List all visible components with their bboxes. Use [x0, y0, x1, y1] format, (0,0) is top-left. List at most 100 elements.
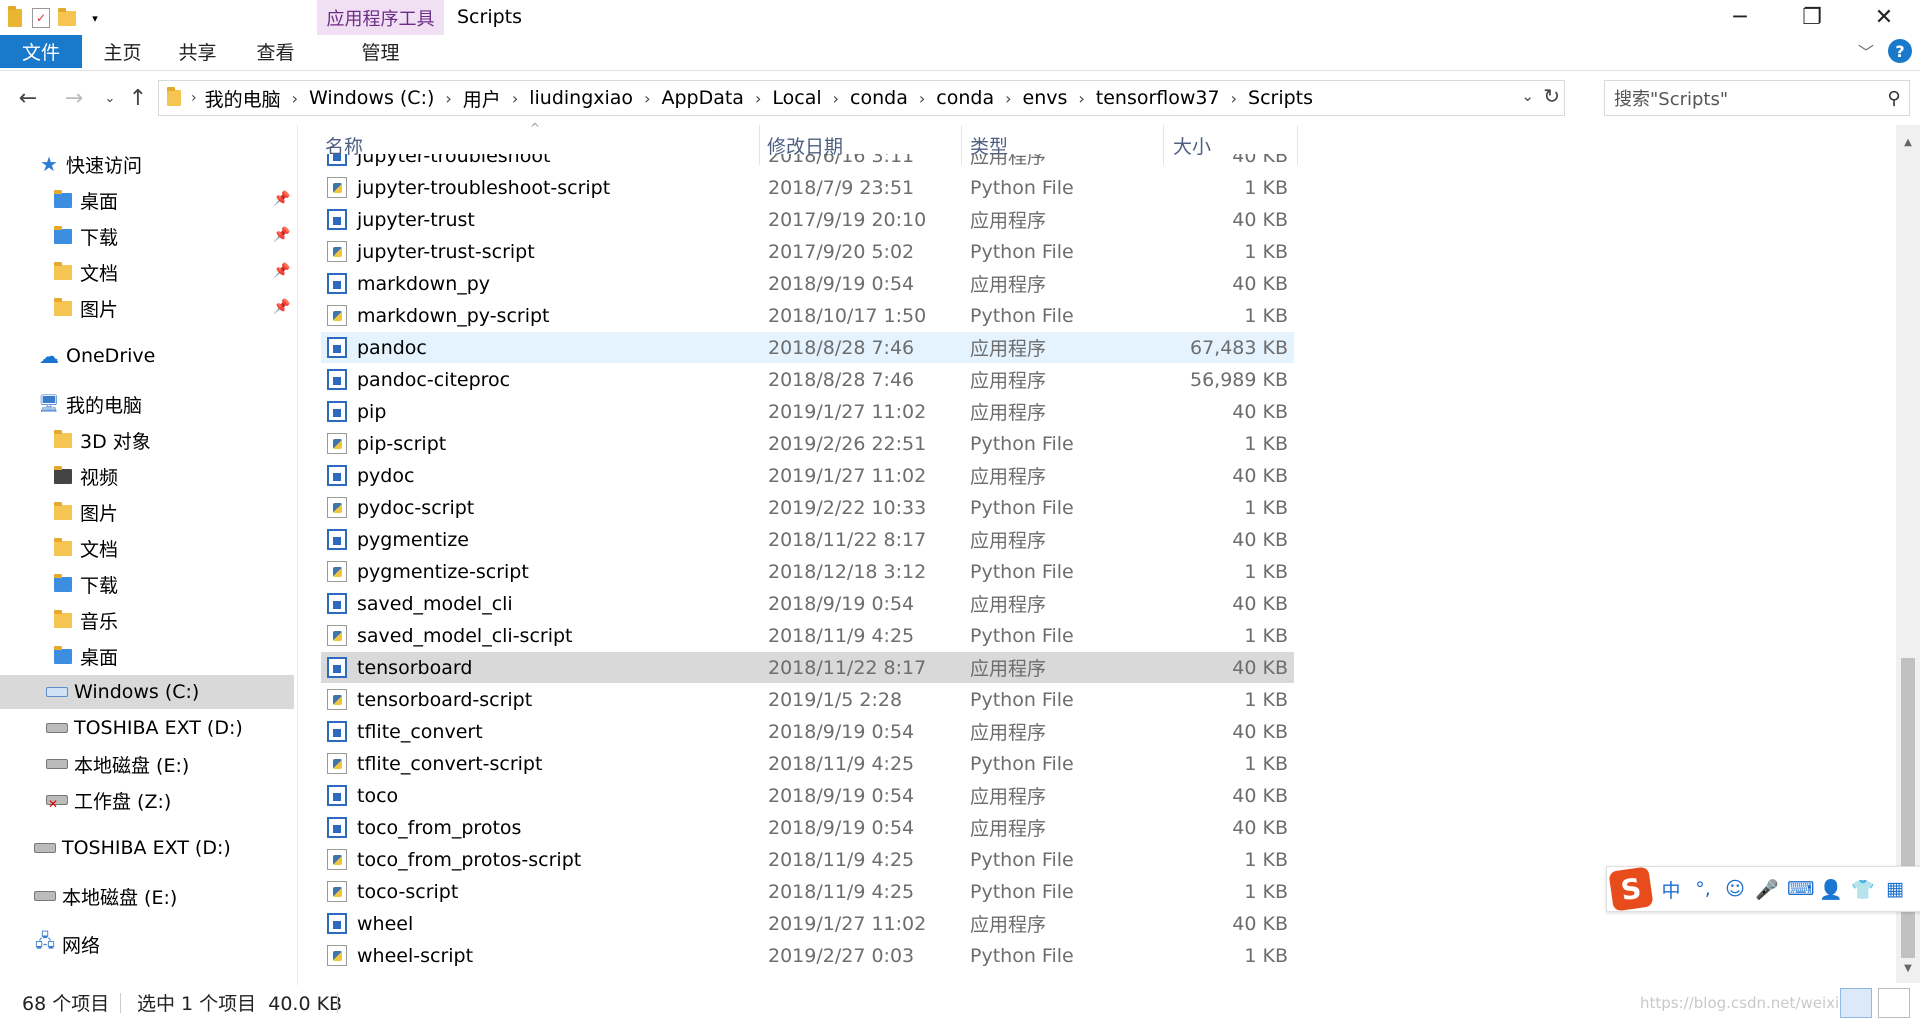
file-row[interactable]: toco_from_protos 2018/9/19 0:54 应用程序 40 KB [321, 812, 1294, 843]
pin-icon[interactable]: 📌 [273, 263, 290, 279]
pin-icon[interactable]: 📌 [273, 191, 290, 207]
breadcrumb-item[interactable]: Scripts [1248, 87, 1313, 109]
file-row[interactable]: wheel-script 2019/2/27 0:03 Python File 1 K… [321, 940, 1294, 971]
file-row[interactable]: tflite_convert-script 2018/11/9 4:25 Pytho… [321, 748, 1294, 779]
chevron-right-icon[interactable]: › [919, 89, 925, 108]
tab-view[interactable]: 查看 [243, 35, 308, 68]
nav-music[interactable]: 音乐 [52, 603, 118, 637]
nav-downloads[interactable]: 下载 [52, 219, 118, 253]
pane-divider[interactable] [297, 125, 298, 985]
breadcrumb-item[interactable]: 我的电脑 [205, 85, 281, 112]
new-folder-icon[interactable] [56, 7, 78, 29]
help-icon[interactable]: ? [1888, 39, 1912, 63]
scrollbar-thumb[interactable] [1901, 658, 1915, 958]
nav-pc-documents[interactable]: 文档 [52, 531, 118, 565]
file-row[interactable]: pygmentize 2018/11/22 8:17 应用程序 40 KB [321, 524, 1294, 555]
nav-3d-objects[interactable]: 3D 对象 [52, 423, 151, 457]
file-row[interactable]: jupyter-troubleshoot-script 2018/7/9 23:5… [321, 172, 1294, 203]
breadcrumb-item[interactable]: conda [936, 87, 994, 109]
microphone-icon[interactable]: 🎤 [1755, 878, 1779, 901]
file-row[interactable]: wheel 2019/1/27 11:02 应用程序 40 KB [321, 908, 1294, 939]
tab-share[interactable]: 共享 [165, 35, 230, 68]
chevron-right-icon[interactable]: › [755, 89, 761, 108]
breadcrumb-item[interactable]: Local [772, 87, 821, 109]
chevron-right-icon[interactable]: › [445, 89, 451, 108]
search-box[interactable]: 搜索"Scripts" ⚲ [1604, 80, 1910, 116]
address-bar[interactable]: › 我的电脑 › Windows (C:) › 用户 › liudingxiao › A… [158, 80, 1565, 116]
recent-locations-icon[interactable]: ⌄ [96, 84, 124, 112]
refresh-icon[interactable]: ↻ [1543, 84, 1560, 108]
file-row[interactable]: pydoc-script 2019/2/22 10:33 Python File 1 … [321, 492, 1294, 523]
vertical-scrollbar[interactable]: ▲ ▼ [1896, 125, 1920, 983]
nav-drive-d[interactable]: TOSHIBA EXT (D:) [46, 711, 243, 745]
chevron-right-icon[interactable]: › [644, 89, 650, 108]
customize-qat-icon[interactable]: ▾ [84, 7, 106, 29]
file-row[interactable]: tflite_convert 2018/9/19 0:54 应用程序 40 KB [321, 716, 1294, 747]
file-row[interactable]: saved_model_cli-script 2018/11/9 4:25 Pyth… [321, 620, 1294, 651]
ime-punctuation-toggle[interactable]: °, [1691, 878, 1715, 900]
nav-pictures[interactable]: 图片 [52, 291, 118, 325]
details-view-icon[interactable] [1840, 987, 1872, 1018]
tab-home[interactable]: 主页 [90, 35, 155, 68]
chevron-right-icon[interactable]: › [1005, 89, 1011, 108]
breadcrumb-item[interactable]: 用户 [463, 85, 501, 112]
address-dropdown-icon[interactable]: ⌄ [1521, 87, 1534, 105]
search-icon[interactable]: ⚲ [1879, 88, 1909, 109]
chevron-right-icon[interactable]: › [833, 89, 839, 108]
ime-mode-toggle[interactable]: 中 [1659, 876, 1683, 903]
breadcrumb-item[interactable]: Windows (C:) [309, 87, 434, 109]
nav-quick-access[interactable]: ★ 快速访问 [38, 147, 142, 181]
file-row[interactable]: markdown_py 2018/9/19 0:54 应用程序 40 KB [321, 268, 1294, 299]
chevron-right-icon[interactable]: › [1078, 89, 1084, 108]
breadcrumb-item[interactable]: liudingxiao [529, 87, 633, 109]
file-row[interactable]: toco 2018/9/19 0:54 应用程序 40 KB [321, 780, 1294, 811]
sogou-logo-icon[interactable]: S [1608, 866, 1654, 912]
file-row[interactable]: tensorboard-script 2019/1/5 2:28 Python Fi… [321, 684, 1294, 715]
user-icon[interactable]: 👤 [1819, 878, 1843, 901]
file-row[interactable]: toco-script 2018/11/9 4:25 Python File 1 KB [321, 876, 1294, 907]
search-input[interactable]: 搜索"Scripts" [1605, 85, 1879, 111]
minimize-button[interactable]: ─ [1704, 0, 1776, 35]
column-divider[interactable] [1297, 125, 1298, 165]
file-row[interactable]: pygmentize-script 2018/12/18 3:12 Python F… [321, 556, 1294, 587]
file-row[interactable]: pandoc 2018/8/28 7:46 应用程序 67,483 KB [321, 332, 1294, 363]
nav-onedrive[interactable]: ☁ OneDrive [38, 339, 155, 373]
nav-drive-z[interactable]: ✕ 工作盘 (Z:) [46, 783, 171, 817]
keyboard-icon[interactable]: ⌨ [1787, 878, 1814, 900]
breadcrumb-item[interactable]: tensorflow37 [1096, 87, 1220, 109]
skin-shirt-icon[interactable]: 👕 [1851, 878, 1875, 901]
file-row[interactable]: markdown_py-script 2018/10/17 1:50 Python … [321, 300, 1294, 331]
emoji-icon[interactable]: ☺ [1723, 878, 1747, 900]
tab-file[interactable]: 文件 [0, 35, 82, 68]
close-button[interactable]: ✕ [1848, 0, 1920, 35]
nav-local-disk-root[interactable]: 本地磁盘 (E:) [34, 879, 177, 913]
back-arrow-icon[interactable]: ← [14, 84, 42, 112]
file-row[interactable]: pandoc-citeproc 2018/8/28 7:46 应用程序 56,989 … [321, 364, 1294, 395]
properties-icon[interactable]: ✓ [32, 8, 50, 28]
nav-toshiba-root[interactable]: TOSHIBA EXT (D:) [34, 831, 231, 865]
scroll-up-icon[interactable]: ▲ [1896, 137, 1920, 148]
nav-videos[interactable]: 视频 [52, 459, 118, 493]
large-icons-view-icon[interactable] [1878, 987, 1910, 1018]
file-row[interactable]: jupyter-trust 2017/9/19 20:10 应用程序 40 KB [321, 204, 1294, 235]
chevron-right-icon[interactable]: › [292, 89, 298, 108]
breadcrumb-item[interactable]: envs [1023, 87, 1068, 109]
pin-icon[interactable]: 📌 [273, 227, 290, 243]
file-row[interactable]: pip-script 2019/2/26 22:51 Python File 1 KB [321, 428, 1294, 459]
forward-arrow-icon[interactable]: → [60, 84, 88, 112]
tab-manage[interactable]: 管理 [317, 35, 444, 68]
nav-pc-pictures[interactable]: 图片 [52, 495, 118, 529]
file-row[interactable]: toco_from_protos-script 2018/11/9 4:25 Pyt… [321, 844, 1294, 875]
up-arrow-icon[interactable]: ↑ [124, 84, 152, 112]
file-row[interactable]: tensorboard 2018/11/22 8:17 应用程序 40 KB [321, 652, 1294, 683]
nav-drive-c[interactable]: Windows (C:) [0, 675, 294, 709]
nav-desktop[interactable]: 桌面 [52, 183, 118, 217]
nav-network[interactable]: 🖧 网络 [34, 927, 100, 961]
breadcrumb-item[interactable]: conda [850, 87, 908, 109]
chevron-right-icon[interactable]: › [1231, 89, 1237, 108]
file-row[interactable]: jupyter-trust-script 2017/9/20 5:02 Python… [321, 236, 1294, 267]
maximize-button[interactable]: ❐ [1776, 0, 1848, 35]
breadcrumb-item[interactable]: AppData [661, 87, 744, 109]
pin-icon[interactable]: 📌 [273, 299, 290, 315]
nav-pc-desktop[interactable]: 桌面 [52, 639, 118, 673]
